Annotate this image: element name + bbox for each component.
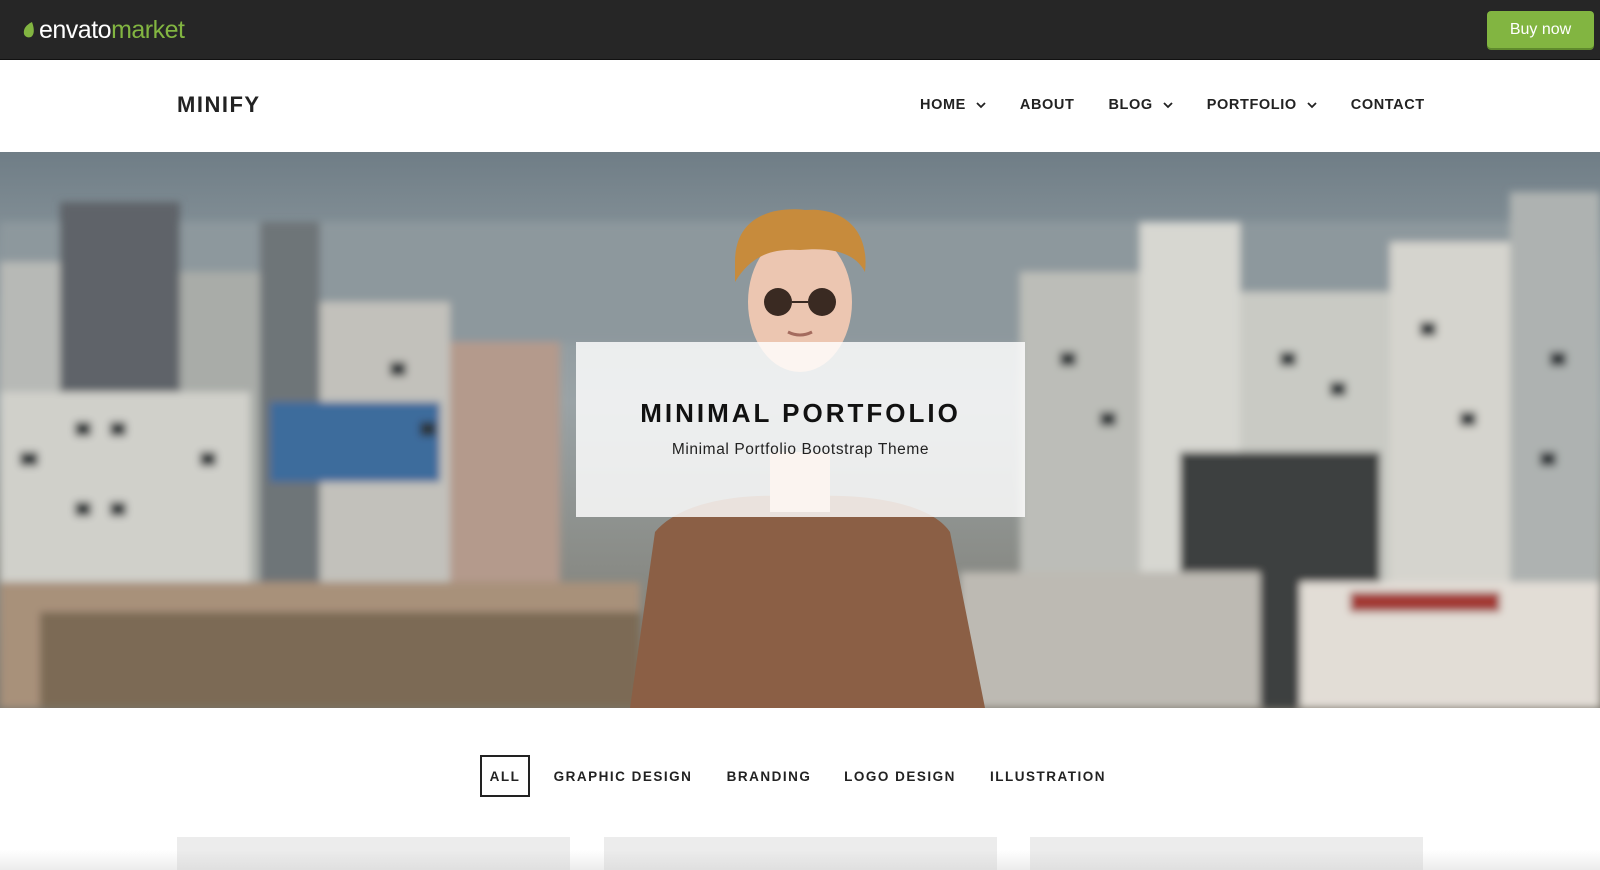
chevron-down-icon bbox=[1163, 101, 1173, 108]
hero-banner: MINIMAL PORTFOLIO Minimal Portfolio Boot… bbox=[0, 152, 1600, 708]
envato-leaf-icon bbox=[23, 22, 34, 38]
bottom-fade bbox=[0, 850, 1600, 870]
nav-item-label: CONTACT bbox=[1350, 97, 1425, 113]
nav-item-label: BLOG bbox=[1108, 97, 1153, 113]
chevron-down-icon bbox=[1307, 101, 1317, 108]
nav-item-label: ABOUT bbox=[1019, 97, 1075, 113]
hero-subtitle: Minimal Portfolio Bootstrap Theme bbox=[671, 441, 930, 458]
hero-caption-card: MINIMAL PORTFOLIO Minimal Portfolio Boot… bbox=[576, 342, 1025, 517]
chevron-down-icon bbox=[976, 101, 986, 108]
nav-item-contact[interactable]: CONTACT bbox=[1351, 94, 1425, 116]
envato-logo-part1: envato bbox=[39, 16, 112, 44]
filter-illustration[interactable]: ILLUSTRATION bbox=[984, 755, 1112, 797]
envato-logo-text: envatomarket bbox=[39, 16, 185, 44]
nav-item-home[interactable]: HOME bbox=[920, 94, 986, 116]
hero-title: MINIMAL PORTFOLIO bbox=[640, 398, 961, 428]
nav-item-blog[interactable]: BLOG bbox=[1108, 94, 1173, 116]
site-brand[interactable]: MINIFY bbox=[177, 92, 261, 118]
portfolio-filters: ALL GRAPHIC DESIGN BRANDING LOGO DESIGN … bbox=[0, 755, 1600, 797]
envato-top-bar: envatomarket Buy now bbox=[0, 0, 1600, 60]
envato-logo-part2: market bbox=[111, 16, 185, 44]
filter-logo-design[interactable]: LOGO DESIGN bbox=[840, 755, 960, 797]
filter-all[interactable]: ALL bbox=[480, 755, 530, 797]
site-header: MINIFY HOME ABOUT BLOG PORTFOLIO CONTACT bbox=[0, 60, 1600, 152]
filter-branding[interactable]: BRANDING bbox=[720, 755, 818, 797]
filter-graphic-design[interactable]: GRAPHIC DESIGN bbox=[550, 755, 696, 797]
nav-item-label: PORTFOLIO bbox=[1206, 97, 1297, 113]
buy-now-button[interactable]: Buy now bbox=[1487, 11, 1594, 48]
main-nav: HOME ABOUT BLOG PORTFOLIO CONTACT bbox=[920, 94, 1425, 116]
envato-market-logo[interactable]: envatomarket bbox=[22, 16, 185, 44]
nav-item-about[interactable]: ABOUT bbox=[1020, 94, 1075, 116]
nav-item-portfolio[interactable]: PORTFOLIO bbox=[1207, 94, 1317, 116]
nav-item-label: HOME bbox=[920, 97, 966, 113]
